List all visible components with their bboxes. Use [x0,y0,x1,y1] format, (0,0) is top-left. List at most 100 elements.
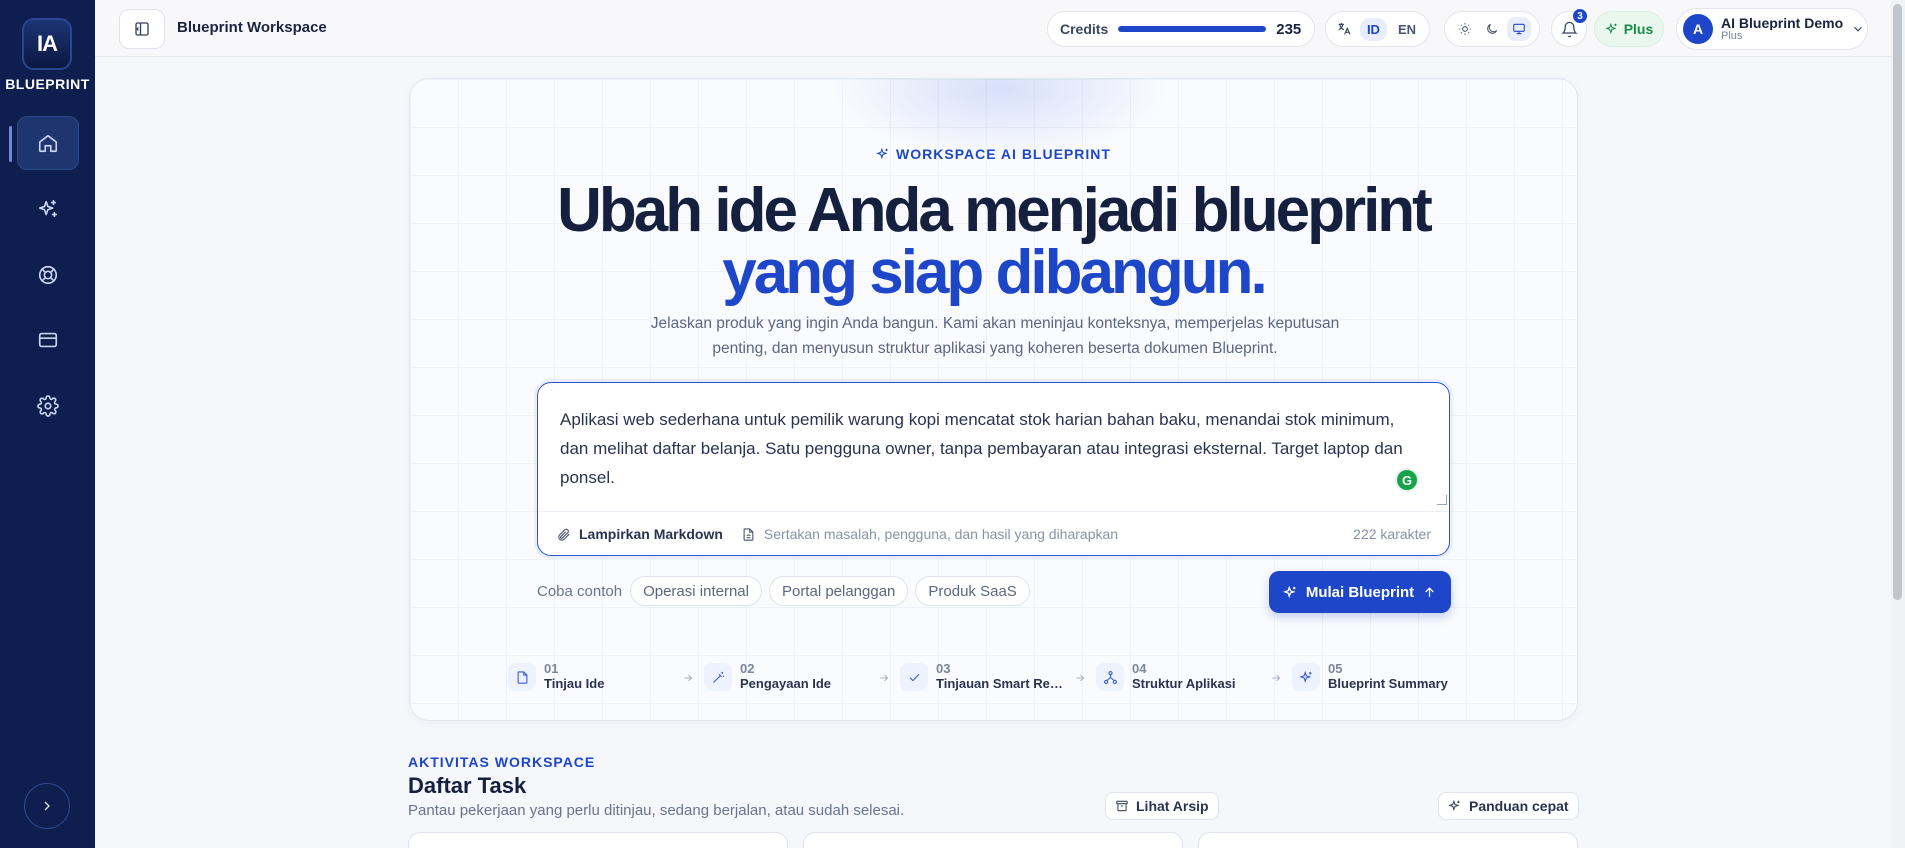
language-switcher: ID EN [1325,11,1430,47]
sidebar-item-ai[interactable] [17,182,79,236]
language-option-en[interactable]: EN [1391,18,1423,41]
credits-label: Credits [1060,21,1109,37]
hierarchy-icon [1103,670,1117,684]
wand-icon [712,671,724,683]
task-card[interactable] [408,832,788,848]
start-blueprint-button[interactable]: Mulai Blueprint [1269,571,1451,613]
theme-switcher [1444,11,1540,47]
step-item: 04 Struktur Aplikasi [1096,662,1236,692]
credits-progress-bar [1118,26,1267,32]
sidebar-item-billing[interactable] [17,313,79,367]
composer-hint-text: Sertakan masalah, pengguna, dan hasil ya… [763,526,1119,542]
check-icon [909,673,919,681]
step-name: Tinjau Ide [544,676,605,691]
attach-markdown-button[interactable]: Lampirkan Markdown [556,526,723,542]
document-icon [743,527,754,541]
credits-progress-fill [1118,26,1267,32]
example-chip-internal-ops[interactable]: Operasi internal [630,576,762,606]
arrow-right-icon [684,674,693,682]
arrow-right-icon [1272,674,1281,682]
idea-composer: Aplikasi web sederhana untuk pemilik war… [537,382,1450,556]
brand-logo-mark: IA [37,31,58,56]
topbar: Blueprint Workspace Credits 235 ID EN 3 … [95,0,1905,57]
arrow-up-icon [1425,586,1434,597]
step-arrow [1270,671,1282,683]
step-number: 04 [1132,661,1147,676]
hero-eyebrow: WORKSPACE AI BLUEPRINT [410,146,1577,162]
composer-footer: Lampirkan Markdown Sertakan masalah, pen… [538,511,1449,556]
step-number: 03 [936,661,951,676]
view-archive-button[interactable]: Lihat Arsip [1105,792,1219,820]
example-chip-customer-portal[interactable]: Portal pelanggan [768,576,909,606]
plan-label: Plus [1623,21,1654,37]
toggle-sidebar-button[interactable] [119,9,165,49]
active-nav-indicator [9,126,12,162]
step-text: 04 Struktur Aplikasi [1132,662,1236,692]
grammarly-icon[interactable]: G [1395,468,1419,492]
character-count: 222 karakter [1353,526,1431,542]
composer-hint: Sertakan masalah, pengguna, dan hasil ya… [741,526,1118,542]
brand-name: BLUEPRINT [5,76,90,92]
step-icon-wrap [508,663,536,691]
theme-option-dark[interactable] [1480,17,1504,41]
user-names: AI Blueprint Demo Plus [1721,16,1847,42]
example-chip-saas-product[interactable]: Produk SaaS [915,576,1030,606]
resize-handle[interactable] [1437,495,1447,505]
credit-card-icon [38,332,58,348]
hero-title-line-1: Ubah ide Anda menjadi blueprint [557,176,1433,245]
file-icon [517,670,527,684]
step-name: Blueprint Summary [1328,676,1448,691]
chevron-right-icon [44,801,50,811]
plan-badge[interactable]: Plus [1594,11,1664,47]
step-name: Pengayaan Ide [740,676,832,691]
sparkles-icon [1282,585,1296,598]
bell-icon [1560,21,1578,37]
step-icon-wrap [1096,663,1124,691]
hero-title-line-2: yang siap dibangun. [722,238,1267,307]
theme-option-light[interactable] [1453,17,1477,41]
step-icon-wrap [704,663,732,691]
task-card[interactable] [1198,832,1578,848]
home-icon [38,134,58,153]
start-blueprint-label: Mulai Blueprint [1305,583,1415,601]
notification-count-badge: 3 [1572,8,1588,24]
credits-meter[interactable]: Credits 235 [1047,11,1315,47]
hero-card: WORKSPACE AI BLUEPRINT Ubah ide Anda men… [409,78,1578,721]
hero-eyebrow-text: WORKSPACE AI BLUEPRINT [896,146,1111,162]
lifebuoy-icon [38,265,58,285]
sidebar-item-settings[interactable] [17,379,79,433]
sparkles-icon [876,147,888,160]
quick-guide-button[interactable]: Panduan cepat [1438,792,1579,820]
attach-markdown-label: Lampirkan Markdown [579,526,723,542]
hero-description: Jelaskan produk yang ingin Anda bangun. … [650,315,1340,357]
page-title: Blueprint Workspace [177,19,327,36]
arrow-right-icon [1076,674,1085,682]
task-card[interactable] [803,832,1183,848]
sidebar: IA BLUEPRINT [0,0,95,848]
step-text: 02 Pengayaan Ide [740,662,831,692]
step-number: 05 [1328,661,1343,676]
idea-input[interactable]: Aplikasi web sederhana untuk pemilik war… [560,405,1420,492]
moon-icon [1487,23,1498,34]
user-menu[interactable]: A AI Blueprint Demo Plus [1676,8,1868,50]
credits-value: 235 [1276,20,1302,38]
user-plan: Plus [1721,30,1743,42]
gear-icon [37,395,59,417]
sparkles-icon [1448,799,1460,812]
brand-logo[interactable]: IA [22,18,72,70]
sparkles-icon [38,199,58,218]
activity-title: Daftar Task [408,773,527,798]
sidebar-item-home[interactable] [17,116,79,170]
translate-icon [1338,23,1351,35]
step-item: 03Tinjauan Smart Requirements [900,662,1064,692]
theme-option-system[interactable] [1507,17,1532,41]
scrollbar-thumb[interactable] [1893,4,1902,600]
chevron-down-icon [1854,26,1862,32]
sidebar-expand-button[interactable] [24,783,70,829]
language-option-id[interactable]: ID [1359,17,1387,41]
quick-guide-label: Panduan cepat [1469,798,1569,814]
sidebar-item-support[interactable] [17,248,79,302]
step-icon-wrap [900,663,928,691]
step-arrow [682,671,694,683]
archive-icon [1116,800,1128,812]
